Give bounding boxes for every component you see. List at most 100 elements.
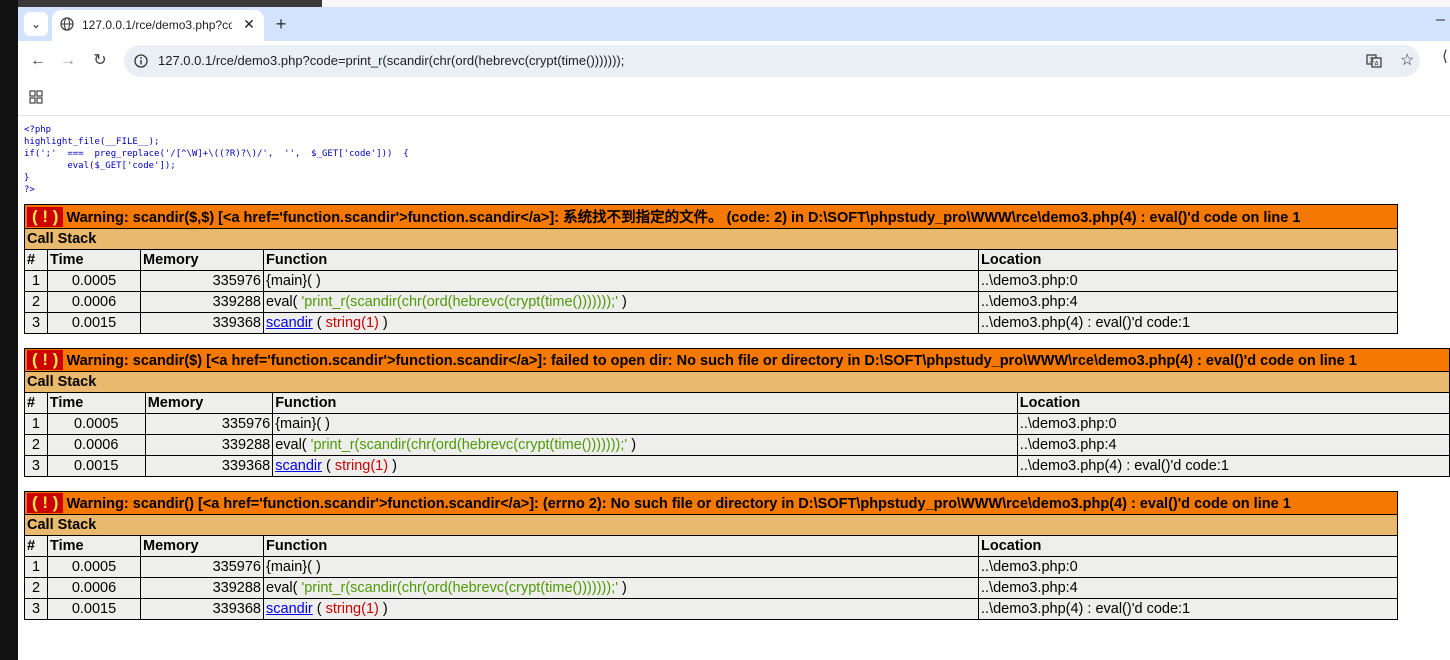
translate-icon[interactable]: 文A — [1366, 53, 1382, 69]
cell-memory: 339288 — [140, 291, 264, 313]
function-name: eval( — [266, 294, 298, 310]
table-row: 2 0.0006 339288 eval( 'print_r(scandir(chr(… — [24, 434, 1450, 456]
column-header-time: Time — [46, 392, 146, 414]
table-row: 1 0.0005 335976 {main}( ) ..\demo3.php:0 — [24, 270, 1398, 292]
function-close: ) — [622, 580, 627, 596]
source-line: highlight_file(__FILE__); — [24, 137, 160, 147]
minimize-icon[interactable]: – — [1436, 11, 1445, 29]
column-header-function: Function — [263, 249, 979, 271]
highlighted-source-code: <?php highlight_file(__FILE__); if(';' ===… — [24, 124, 1450, 196]
bookmarks-bar — [18, 81, 1450, 116]
function-name: {main}( ) — [266, 559, 321, 575]
function-name: {main}( ) — [275, 416, 331, 432]
cell-function: scandir ( string(1) ) — [263, 312, 979, 334]
bookmark-star-icon[interactable]: ☆ — [1400, 50, 1414, 70]
cell-time: 0.0005 — [47, 270, 141, 292]
url-text[interactable]: 127.0.0.1/rce/demo3.php?code=print_r(sca… — [158, 53, 624, 68]
cell-location: ..\demo3.php:0 — [1016, 413, 1450, 435]
function-argument: 'print_r(scandir(chr(ord(hebrevc(crypt(t… — [310, 437, 628, 453]
table-row: 3 0.0015 339368 scandir ( string(1) ) ..\dem… — [24, 312, 1398, 334]
function-argument: string(1) — [325, 601, 379, 617]
xdebug-error-table: ( ! ) Warning: scandir() [<a href='functi… — [24, 491, 1398, 620]
warning-message: Warning: scandir($,$) [<a href='function… — [66, 210, 1301, 226]
apps-grid-icon[interactable] — [28, 89, 44, 105]
cell-function: {main}( ) — [263, 270, 979, 292]
tab-search-chevron-icon[interactable]: ⌄ — [24, 12, 48, 36]
function-name: eval( — [275, 437, 307, 453]
cell-time: 0.0006 — [47, 577, 141, 599]
function-close: ) — [382, 315, 388, 331]
cell-num: 3 — [24, 455, 48, 477]
cell-memory: 339288 — [140, 577, 264, 599]
column-header-function: Function — [272, 392, 1018, 414]
column-header-num: # — [24, 535, 48, 557]
address-bar[interactable]: 127.0.0.1/rce/demo3.php?code=print_r(sca… — [124, 45, 1420, 77]
function-close: ) — [382, 601, 388, 617]
function-argument: string(1) — [325, 315, 379, 331]
function-doc-link[interactable]: scandir — [266, 315, 313, 331]
back-arrow-icon[interactable]: ← — [26, 49, 50, 73]
cell-function: eval( 'print_r(scandir(chr(ord(hebrevc(c… — [272, 434, 1018, 456]
function-argument: string(1) — [334, 458, 389, 474]
browser-toolbar: ← → ↻ 127.0.0.1/rce/demo3.php?code=print… — [18, 41, 1450, 81]
cell-location: ..\demo3.php(4) : eval()'d code:1 — [978, 598, 1398, 620]
function-doc-link[interactable]: scandir — [275, 458, 322, 474]
call-stack-header: # Time Memory Function Location — [24, 535, 1398, 557]
info-icon[interactable] — [134, 54, 148, 68]
tab-bar: ⌄ 127.0.0.1/rce/demo3.php?cod ✕ + – — [18, 7, 1450, 41]
call-stack-row: Call Stack — [24, 228, 1398, 250]
xdebug-error-table: ( ! ) Warning: scandir($) [<a href='funct… — [24, 348, 1450, 477]
call-stack-row: Call Stack — [24, 514, 1398, 536]
cell-memory: 339368 — [140, 312, 264, 334]
table-row: 1 0.0005 335976 {main}( ) ..\demo3.php:0 — [24, 413, 1450, 435]
cell-function: {main}( ) — [263, 556, 979, 578]
warning-row: ( ! ) Warning: scandir($) [<a href='funct… — [24, 348, 1450, 372]
function-open: ( — [316, 315, 322, 331]
cell-num: 2 — [24, 577, 48, 599]
function-open: ( — [316, 601, 322, 617]
cell-location: ..\demo3.php:0 — [978, 270, 1398, 292]
source-line: <?php — [24, 125, 52, 135]
cell-num: 2 — [24, 434, 48, 456]
cell-memory: 335976 — [144, 413, 274, 435]
cell-time: 0.0006 — [47, 291, 141, 313]
error-list: ( ! ) Warning: scandir($,$) [<a href='fun… — [24, 204, 1450, 620]
cell-location: ..\demo3.php:0 — [978, 556, 1398, 578]
cell-location: ..\demo3.php:4 — [978, 291, 1398, 313]
warning-cell: ( ! ) Warning: scandir() [<a href='functi… — [24, 491, 1398, 515]
warning-row: ( ! ) Warning: scandir() [<a href='functi… — [24, 491, 1398, 515]
cell-num: 1 — [24, 556, 48, 578]
desktop-edge — [0, 0, 18, 660]
function-close: ) — [631, 437, 637, 453]
new-tab-button[interactable]: + — [270, 13, 292, 35]
column-header-time: Time — [47, 249, 141, 271]
active-tab[interactable]: 127.0.0.1/rce/demo3.php?cod ✕ — [52, 10, 264, 41]
cell-location: ..\demo3.php:4 — [978, 577, 1398, 599]
warning-bang-icon: ( ! ) — [27, 493, 64, 513]
cell-num: 3 — [24, 598, 48, 620]
cell-memory: 339368 — [140, 598, 264, 620]
column-header-time: Time — [47, 535, 141, 557]
source-line: eval($_GET['code']); — [24, 161, 176, 171]
cell-memory: 335976 — [140, 556, 264, 578]
forward-arrow-icon[interactable]: → — [56, 49, 80, 73]
table-row: 3 0.0015 339368 scandir ( string(1) ) ..\dem… — [24, 455, 1450, 477]
column-header-location: Location — [1016, 392, 1450, 414]
tab-close-icon[interactable]: ✕ — [240, 15, 258, 33]
function-doc-link[interactable]: scandir — [266, 601, 313, 617]
cell-location: ..\demo3.php(4) : eval()'d code:1 — [978, 312, 1398, 334]
column-header-memory: Memory — [140, 249, 264, 271]
warning-cell: ( ! ) Warning: scandir($,$) [<a href='fun… — [24, 204, 1398, 229]
extensions-icon[interactable]: ⟨ — [1442, 47, 1448, 65]
warning-cell: ( ! ) Warning: scandir($) [<a href='funct… — [24, 348, 1450, 372]
reload-icon[interactable]: ↻ — [88, 49, 112, 73]
warning-bang-icon: ( ! ) — [27, 350, 64, 370]
cell-function: eval( 'print_r(scandir(chr(ord(hebrevc(c… — [263, 291, 979, 313]
source-line: ?> — [24, 185, 35, 195]
cell-memory: 335976 — [140, 270, 264, 292]
cell-function: scandir ( string(1) ) — [263, 598, 979, 620]
call-stack-header: # Time Memory Function Location — [24, 392, 1450, 414]
table-row: 3 0.0015 339368 scandir ( string(1) ) ..\dem… — [24, 598, 1398, 620]
function-argument: 'print_r(scandir(chr(ord(hebrevc(crypt(t… — [301, 294, 618, 310]
function-close: ) — [622, 294, 627, 310]
